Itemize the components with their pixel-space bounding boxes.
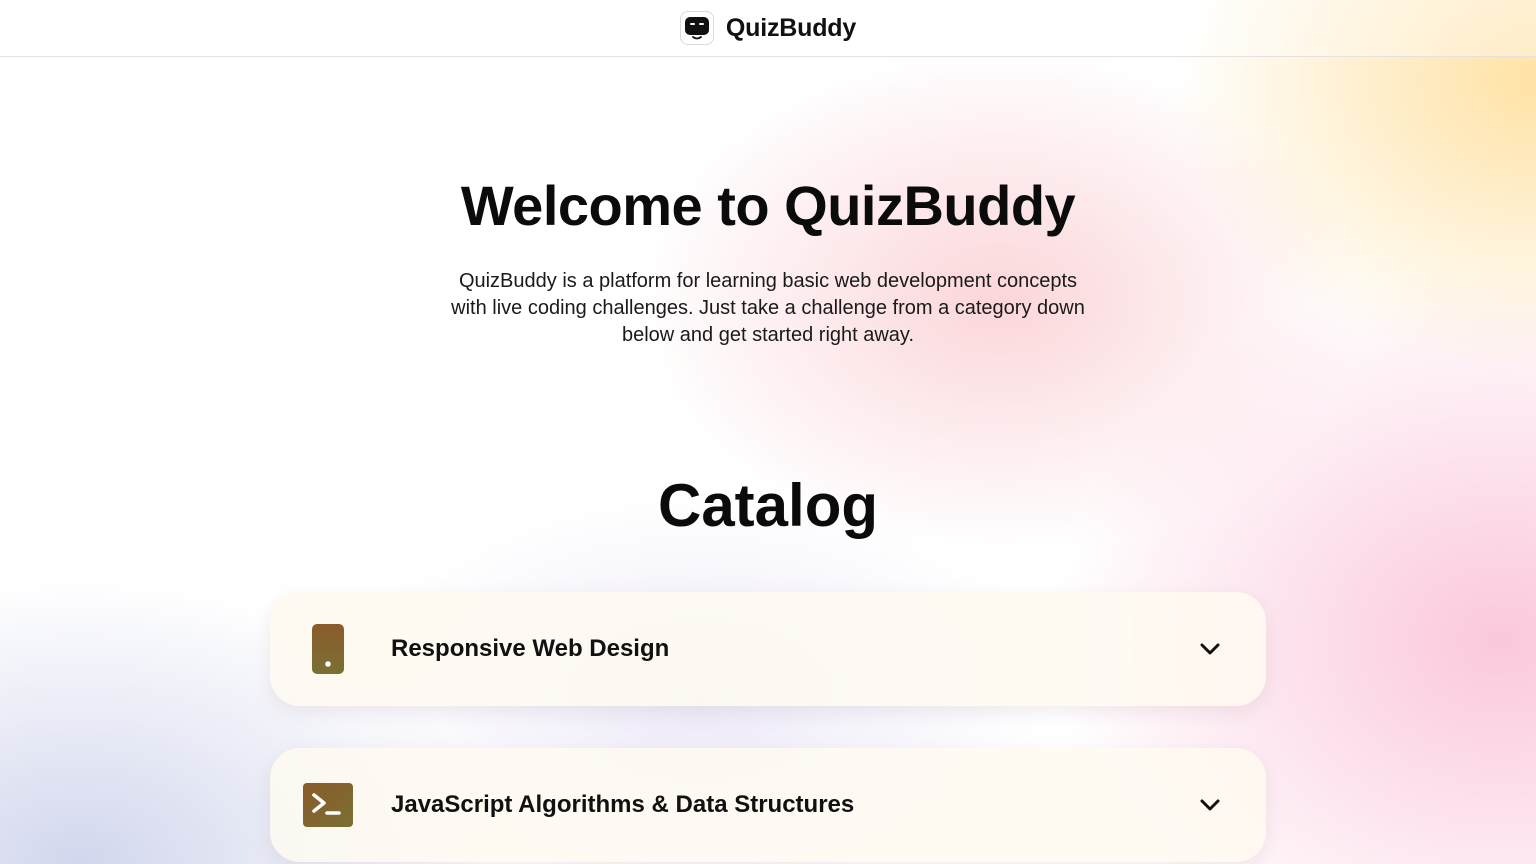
brand-link[interactable]: QuizBuddy <box>679 11 857 45</box>
page-title: Welcome to QuizBuddy <box>460 174 1076 237</box>
chevron-down-icon[interactable] <box>1198 637 1222 661</box>
catalog-item-responsive-web-design[interactable]: Responsive Web Design <box>270 592 1266 706</box>
top-header: QuizBuddy <box>0 0 1536 57</box>
catalog-item-label: JavaScript Algorithms & Data Structures <box>391 791 855 818</box>
catalog-item-javascript-algorithms[interactable]: JavaScript Algorithms & Data Structures <box>270 748 1266 862</box>
catalog-item-label: Responsive Web Design <box>391 635 670 662</box>
robot-face-icon <box>679 11 714 45</box>
catalog-title: Catalog <box>657 472 879 539</box>
chevron-down-icon[interactable] <box>1198 793 1222 817</box>
hero-section: Welcome to QuizBuddy QuizBuddy is a plat… <box>0 170 1536 349</box>
hero-description: QuizBuddy is a platform for learning bas… <box>451 270 1085 346</box>
background-gradient <box>0 0 1536 864</box>
brand-name: QuizBuddy <box>725 13 857 42</box>
mobile-phone-icon <box>302 623 354 675</box>
terminal-icon <box>302 779 354 831</box>
